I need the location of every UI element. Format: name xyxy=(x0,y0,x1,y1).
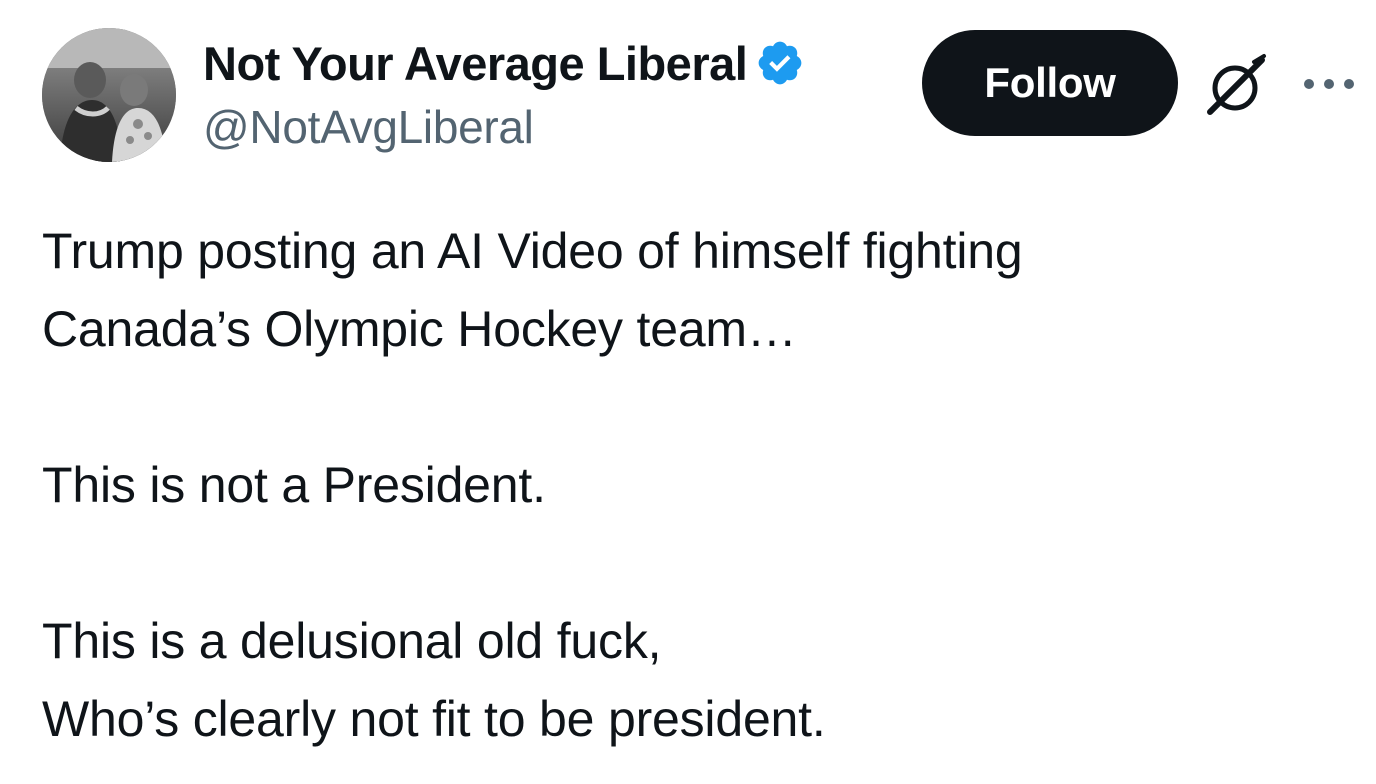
tweet-line: Who’s clearly not fit to be president. xyxy=(42,691,826,747)
avatar-photo xyxy=(42,28,176,162)
tweet-line: Canada’s Olympic Hockey team… xyxy=(42,301,797,357)
author-display-name[interactable]: Not Your Average Liberal xyxy=(203,36,748,91)
verified-badge-icon[interactable] xyxy=(755,38,805,88)
tweet-card: Not Your Average Liberal @NotAvgLiberal … xyxy=(0,0,1376,784)
author-name-row: Not Your Average Liberal xyxy=(203,34,805,92)
more-options-icon[interactable] xyxy=(1300,66,1358,102)
tweet-line: This is not a President. xyxy=(42,457,546,513)
tweet-line: Trump posting an AI Video of himself fig… xyxy=(42,223,1023,279)
grok-icon[interactable] xyxy=(1204,52,1270,118)
follow-button[interactable]: Follow xyxy=(922,30,1178,136)
tweet-text: Trump posting an AI Video of himself fig… xyxy=(42,212,1342,758)
author-handle[interactable]: @NotAvgLiberal xyxy=(203,100,534,154)
tweet-line: This is a delusional old fuck, xyxy=(42,613,662,669)
author-avatar[interactable] xyxy=(42,28,176,162)
